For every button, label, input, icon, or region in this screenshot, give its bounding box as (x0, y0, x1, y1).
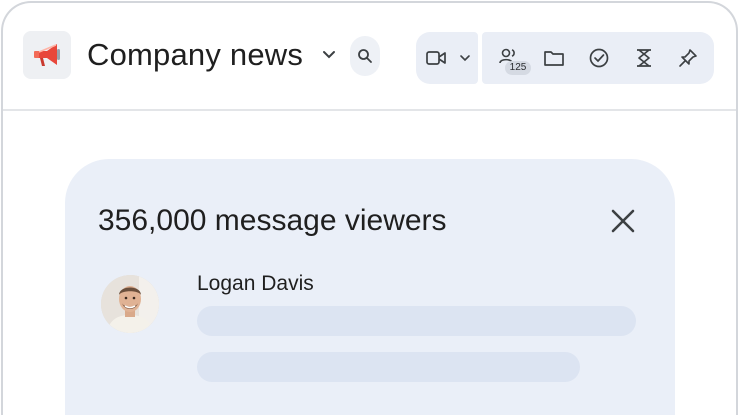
megaphone-icon (34, 44, 60, 66)
integrations-icon[interactable] (633, 47, 655, 69)
space-avatar[interactable] (23, 31, 71, 79)
panel-title: 356,000 message viewers (98, 204, 447, 237)
avatar (101, 275, 159, 333)
message-viewers-panel: 356,000 message viewers Logan Davis (65, 159, 675, 415)
viewer-name: Logan Davis (197, 272, 314, 295)
viewer-photo (101, 275, 159, 333)
member-count-badge: 125 (505, 61, 531, 75)
placeholder-line (197, 352, 580, 382)
search-icon (358, 49, 372, 63)
close-icon[interactable] (610, 208, 636, 234)
app-window: Company news 125 356,000 message viewers… (1, 1, 738, 415)
files-icon[interactable] (543, 47, 565, 69)
tasks-icon[interactable] (588, 47, 610, 69)
space-header: Company news 125 (3, 3, 736, 111)
space-title[interactable]: Company news (87, 35, 303, 75)
video-call-icon[interactable] (425, 47, 447, 69)
video-options-chevron-icon[interactable] (457, 50, 473, 66)
placeholder-line (197, 306, 636, 336)
chevron-down-icon[interactable] (321, 47, 337, 63)
pin-icon[interactable] (677, 47, 699, 69)
search-button[interactable] (350, 36, 380, 76)
